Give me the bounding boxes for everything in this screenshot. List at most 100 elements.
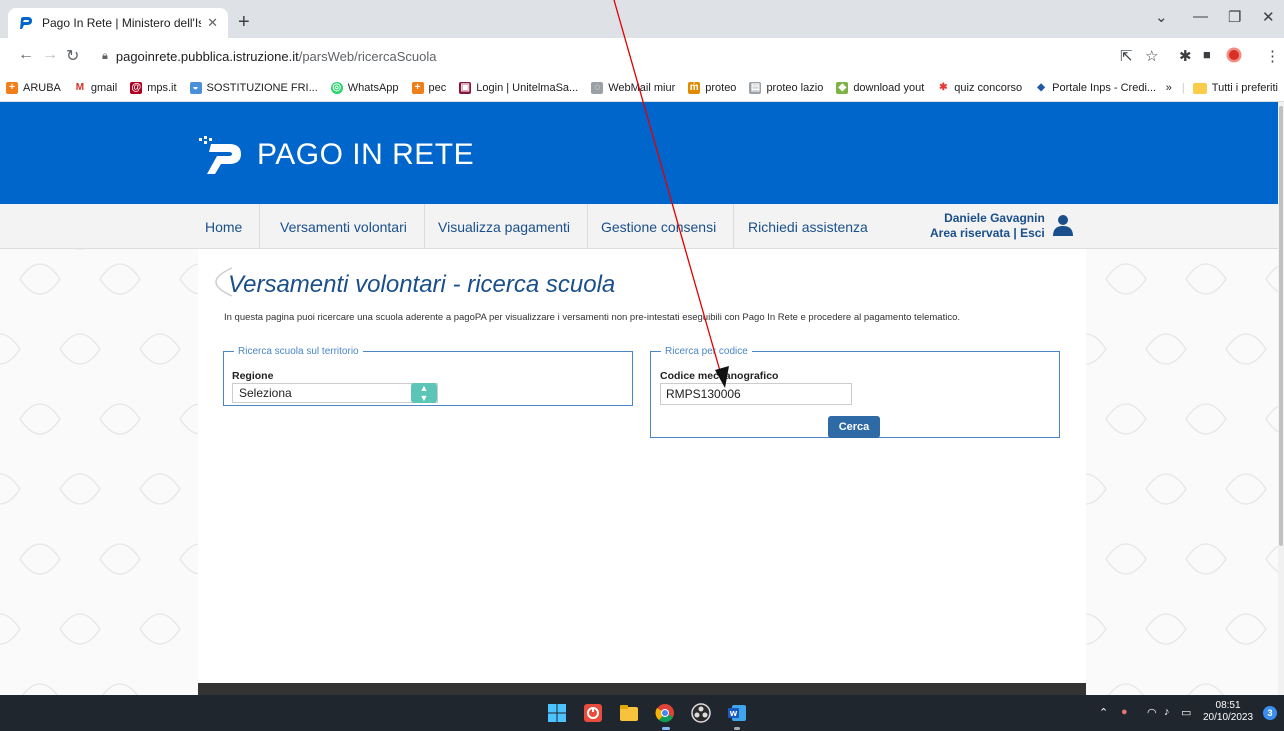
scrollbar-thumb[interactable] xyxy=(1279,106,1283,546)
nav-versamenti-volontari[interactable]: Versamenti volontari xyxy=(263,204,425,249)
bookmark-icon: ◌ xyxy=(591,81,604,94)
battery-icon[interactable]: ▭ xyxy=(1181,706,1191,719)
bookmark-icon: + xyxy=(6,81,18,94)
extensions-icon[interactable]: ✱ xyxy=(1179,47,1192,65)
address-bar[interactable]: 🔒︎ pagoinrete.pubblica.istruzione.it/par… xyxy=(92,42,1092,70)
page-title: Versamenti volontari - ricerca scuola xyxy=(228,271,616,298)
page-footer-bar xyxy=(198,683,1086,695)
region-select[interactable]: Seleziona ▲ ▼ xyxy=(232,383,438,403)
bookmark-label: download yout xyxy=(853,81,925,94)
windows-start-icon[interactable] xyxy=(547,703,567,723)
territory-legend: Ricerca scuola sul territorio xyxy=(238,346,359,357)
bookmark-label: ARUBA xyxy=(23,81,61,94)
page-scrollbar[interactable] xyxy=(1278,102,1284,695)
lock-icon: 🔒︎ xyxy=(102,49,108,62)
tray-chevron-icon[interactable]: ⌃ xyxy=(1099,706,1108,719)
bookmark-icon: ✱ xyxy=(937,81,950,94)
bookmark-item[interactable]: ◆ Portale Inps - Credi... xyxy=(1035,81,1157,94)
bookmark-icon: ṁ xyxy=(688,81,701,94)
bookmark-label: WebMail miur xyxy=(608,81,676,94)
bookmark-icon: ▤ xyxy=(749,81,762,94)
bookmark-item[interactable]: ▣ Login | UnitelmaSa... xyxy=(459,81,578,94)
more-bookmarks-icon[interactable]: » xyxy=(1166,82,1172,94)
bookmark-label: gmail xyxy=(90,81,118,94)
code-search-legend: Ricerca per codice xyxy=(665,346,748,357)
browser-tab-active[interactable]: Pago In Rete | Ministero dell'Istr ✕ xyxy=(8,8,228,38)
back-arrow-icon[interactable]: ← xyxy=(18,46,34,64)
tab-strip: Pago In Rete | Ministero dell'Istr ✕ + ⌄… xyxy=(0,0,1284,38)
office-icon[interactable] xyxy=(583,703,603,723)
clock-time: 08:51 xyxy=(1215,700,1241,711)
bookmark-item[interactable]: ◒ SOSTITUZIONE FRI... xyxy=(189,81,318,94)
bookmark-icon: @ xyxy=(130,81,143,94)
main-nav: Home Versamenti volontari Visualizza pag… xyxy=(0,204,1278,249)
code-search-panel: Ricerca per codice Codice meccanografico… xyxy=(650,346,1060,438)
bookmark-item[interactable]: ▤ proteo lazio xyxy=(749,81,823,94)
reload-icon[interactable]: ↻ xyxy=(66,46,79,66)
bookmarks-bar: + ARUBA Mgmail @ mps.it ◒ SOSTITUZIONE FRI.… xyxy=(0,74,1284,102)
chrome-icon[interactable] xyxy=(655,703,675,723)
nav-richiedi-assistenza[interactable]: Richiedi assistenza xyxy=(731,204,885,249)
bookmark-item[interactable]: + ARUBA xyxy=(6,81,61,94)
web-page: PAGO IN RETE Home Versamenti volontari V… xyxy=(0,102,1278,695)
side-panel-icon[interactable]: ■ xyxy=(1203,47,1211,62)
svg-text:W: W xyxy=(730,710,738,718)
word-icon[interactable]: W xyxy=(727,703,747,723)
bookmark-label: WhatsApp xyxy=(347,81,399,94)
bookmark-icon: ◎ xyxy=(330,81,343,94)
volume-icon[interactable]: ♪ xyxy=(1164,706,1170,718)
wifi-icon[interactable]: ◠ xyxy=(1147,706,1157,719)
site-header: PAGO IN RETE xyxy=(0,102,1278,204)
bookmark-label: Portale Inps - Credi... xyxy=(1052,81,1157,94)
nav-home[interactable]: Home xyxy=(188,204,261,249)
decorative-pattern-right xyxy=(1086,249,1278,695)
nav-gestione-consensi[interactable]: Gestione consensi xyxy=(584,204,735,249)
bookmark-item[interactable]: Mgmail xyxy=(73,81,118,94)
bookmark-icon: ◆ xyxy=(1035,81,1048,94)
bookmark-label: mps.it xyxy=(147,81,177,94)
user-info: Daniele Gavagnin Area riservata | Esci xyxy=(930,211,1045,241)
minimize-icon[interactable]: — xyxy=(1193,8,1208,25)
system-clock[interactable]: 08:51 20/10/2023 xyxy=(1203,700,1253,724)
new-tab-icon[interactable]: + xyxy=(238,11,250,34)
site-logo[interactable]: PAGO IN RETE xyxy=(197,134,474,176)
profile-avatar-icon[interactable] xyxy=(1226,47,1242,67)
bookmark-item[interactable]: ◆ download yout xyxy=(836,81,925,94)
bookmark-item[interactable]: ṁ proteo xyxy=(688,81,737,94)
tab-search-icon[interactable]: ⌄ xyxy=(1155,8,1168,26)
user-icon[interactable] xyxy=(1052,214,1074,236)
nav-visualizza-pagamenti[interactable]: Visualizza pagamenti xyxy=(421,204,589,249)
close-window-icon[interactable]: ✕ xyxy=(1262,8,1275,26)
menu-dots-icon[interactable]: ⋮ xyxy=(1265,47,1280,65)
obs-icon[interactable] xyxy=(691,703,711,723)
tray-app-icon[interactable]: ● xyxy=(1121,706,1128,718)
bookmark-item[interactable]: ✱ quiz concorso xyxy=(937,81,1023,94)
user-links[interactable]: Area riservata | Esci xyxy=(930,226,1045,241)
bookmark-item[interactable]: + pec xyxy=(411,81,446,94)
intro-text: In questa pagina puoi ricercare una scuo… xyxy=(224,312,960,323)
code-input[interactable]: RMPS130006 xyxy=(660,383,852,405)
notification-badge[interactable]: 3 xyxy=(1263,706,1277,720)
bookmark-item[interactable]: @ mps.it xyxy=(130,81,177,94)
search-button[interactable]: Cerca xyxy=(828,416,880,438)
pago-in-rete-favicon-icon xyxy=(20,17,32,29)
maximize-icon[interactable]: ❐ xyxy=(1228,8,1241,26)
select-arrows-icon: ▲ ▼ xyxy=(411,383,437,403)
share-icon[interactable]: ⇱ xyxy=(1120,47,1133,65)
all-bookmarks-link[interactable]: Tutti i preferiti xyxy=(1212,82,1278,94)
folder-icon xyxy=(1192,82,1207,94)
close-tab-icon[interactable]: ✕ xyxy=(207,15,218,31)
url-path: /parsWeb/ricercaScuola xyxy=(298,48,437,64)
separator: | xyxy=(1181,82,1185,94)
bookmark-item[interactable]: ◎ WhatsApp xyxy=(330,81,399,94)
active-app-indicator xyxy=(662,727,670,730)
bookmark-label: quiz concorso xyxy=(954,81,1023,94)
file-explorer-icon[interactable] xyxy=(619,703,639,723)
browser-tab-title: Pago In Rete | Ministero dell'Istr xyxy=(42,16,202,30)
territory-search-panel: Ricerca scuola sul territorio Regione Se… xyxy=(223,346,633,406)
forward-arrow-icon[interactable]: → xyxy=(42,46,58,64)
bookmark-item[interactable]: ◌ WebMail miur xyxy=(591,81,676,94)
region-label: Regione xyxy=(232,370,274,382)
bookmark-label: proteo xyxy=(705,81,737,94)
bookmark-star-icon[interactable]: ☆ xyxy=(1145,47,1158,65)
